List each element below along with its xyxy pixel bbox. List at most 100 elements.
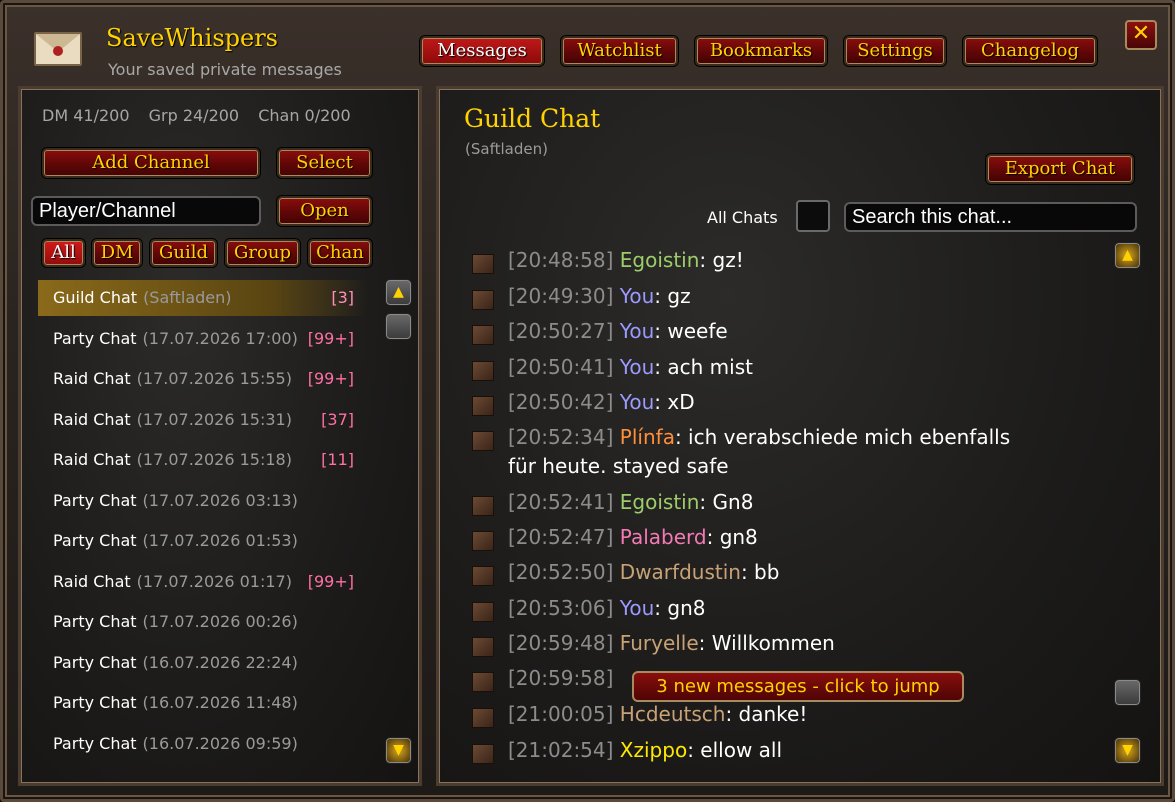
book-icon[interactable] bbox=[472, 708, 494, 728]
message-text: : danke! bbox=[725, 702, 808, 726]
book-icon[interactable] bbox=[472, 531, 494, 551]
chat-message: [20:53:06] You: gn8 bbox=[470, 594, 1110, 624]
message-timestamp: [21:00:05] bbox=[508, 702, 614, 726]
arrow-up-icon[interactable]: ▲ bbox=[1114, 242, 1141, 269]
filter-all[interactable]: All bbox=[42, 239, 85, 267]
chat-subtitle: (Saftladen) bbox=[465, 140, 548, 158]
message-sender[interactable]: You bbox=[620, 390, 654, 414]
chat-date: (17.07.2026 01:17) bbox=[136, 572, 292, 591]
book-icon[interactable] bbox=[472, 254, 494, 274]
chat-date: (17.07.2026 00:26) bbox=[142, 612, 298, 631]
message-sender[interactable]: Plínfa bbox=[620, 425, 675, 449]
search-input[interactable] bbox=[844, 202, 1137, 232]
tab-messages[interactable]: Messages bbox=[420, 36, 544, 66]
select-button[interactable]: Select bbox=[277, 148, 372, 178]
chat-date: (16.07.2026 09:59) bbox=[142, 734, 298, 753]
filter-group[interactable]: Group bbox=[225, 239, 300, 267]
chat-name: Party Chat bbox=[53, 693, 137, 712]
player-channel-input[interactable] bbox=[31, 196, 261, 226]
book-icon[interactable] bbox=[472, 602, 494, 622]
message-sender[interactable]: Furyelle bbox=[620, 631, 699, 655]
chat-message: [20:49:30] You: gz bbox=[470, 282, 1110, 312]
chat-list-item[interactable]: Party Chat (16.07.2026 09:59) bbox=[38, 726, 368, 762]
chat-list-item[interactable]: Party Chat (17.07.2026 01:53) bbox=[38, 523, 368, 559]
message-sender[interactable]: Xzippo bbox=[620, 738, 687, 762]
chat-name: Guild Chat bbox=[53, 288, 138, 307]
tab-settings[interactable]: Settings bbox=[844, 36, 946, 66]
message-timestamp: [20:48:58] bbox=[508, 248, 614, 272]
message-text: : Willkommen bbox=[698, 631, 835, 655]
book-icon[interactable] bbox=[472, 566, 494, 586]
chat-name: Party Chat bbox=[53, 734, 137, 753]
chat-name: Party Chat bbox=[53, 491, 137, 510]
chat-date: (16.07.2026 22:24) bbox=[142, 653, 298, 672]
chat-date: (17.07.2026 15:55) bbox=[136, 369, 292, 388]
arrow-up-icon[interactable]: ▲ bbox=[385, 279, 412, 306]
chat-list-item[interactable]: Party Chat (17.07.2026 00:26) bbox=[38, 604, 368, 640]
message-text: : gz bbox=[654, 284, 691, 308]
book-icon[interactable] bbox=[472, 744, 494, 764]
message-timestamp: [21:02:54] bbox=[508, 738, 614, 762]
scroll-thumb-icon[interactable] bbox=[385, 313, 412, 340]
unread-count: [37] bbox=[321, 410, 354, 429]
chat-list-item[interactable]: Party Chat (16.07.2026 22:24) bbox=[38, 645, 368, 681]
book-icon[interactable] bbox=[472, 325, 494, 345]
tab-watchlist[interactable]: Watchlist bbox=[561, 36, 678, 66]
message-sender[interactable]: Palaberd bbox=[620, 525, 707, 549]
message-timestamp: [20:53:06] bbox=[508, 596, 614, 620]
book-icon[interactable] bbox=[472, 672, 494, 692]
storage-counts: DM 41/200 Grp 24/200 Chan 0/200 bbox=[42, 106, 365, 125]
chat-list-item[interactable]: Guild Chat (Saftladen) [3] bbox=[38, 280, 368, 316]
chat-list-item[interactable]: Party Chat (17.07.2026 17:00) [99+] bbox=[38, 321, 368, 357]
filter-dm[interactable]: DM bbox=[92, 239, 142, 267]
chat-list-item[interactable]: Raid Chat (17.07.2026 01:17) [99+] bbox=[38, 564, 368, 600]
jump-to-new-button[interactable]: 3 new messages - click to jump bbox=[632, 671, 964, 702]
message-sender[interactable]: You bbox=[620, 319, 654, 343]
message-sender[interactable]: You bbox=[620, 284, 654, 308]
chat-message: [20:52:47] Palaberd: gn8 bbox=[470, 523, 1110, 553]
chat-name: Party Chat bbox=[53, 531, 137, 550]
chat-date: (17.07.2026 15:31) bbox=[136, 410, 292, 429]
book-icon[interactable] bbox=[472, 496, 494, 516]
filter-chan[interactable]: Chan bbox=[308, 239, 372, 267]
message-timestamp: [20:52:41] bbox=[508, 490, 614, 514]
book-icon[interactable] bbox=[472, 637, 494, 657]
message-sender[interactable]: Hcdeutsch bbox=[620, 702, 726, 726]
chat-list-item[interactable]: Raid Chat (17.07.2026 15:18) [11] bbox=[38, 442, 368, 478]
book-icon[interactable] bbox=[472, 361, 494, 381]
all-chats-checkbox[interactable] bbox=[796, 200, 830, 232]
chat-date: (17.07.2026 01:53) bbox=[142, 531, 298, 550]
chat-name: Raid Chat bbox=[53, 410, 131, 429]
chat-list-item[interactable]: Raid Chat (17.07.2026 15:31) [37] bbox=[38, 402, 368, 438]
all-chats-label: All Chats bbox=[707, 208, 778, 227]
message-timestamp: [20:49:30] bbox=[508, 284, 614, 308]
chat-list-item[interactable]: Party Chat (17.07.2026 03:13) bbox=[38, 483, 368, 519]
add-channel-button[interactable]: Add Channel bbox=[42, 148, 260, 178]
chat-list-item[interactable]: Party Chat (16.07.2026 11:48) bbox=[38, 685, 368, 721]
book-icon[interactable] bbox=[472, 396, 494, 416]
dm-count: DM 41/200 bbox=[42, 106, 130, 125]
message-sender[interactable]: Dwarfdustin bbox=[620, 560, 741, 584]
chat-list-item[interactable]: Raid Chat (17.07.2026 15:55) [99+] bbox=[38, 361, 368, 397]
chat-name: Raid Chat bbox=[53, 572, 131, 591]
chat-message: [20:52:50] Dwarfdustin: bb bbox=[470, 558, 1110, 588]
open-button[interactable]: Open bbox=[277, 196, 372, 226]
arrow-down-icon[interactable]: ▼ bbox=[1114, 737, 1141, 764]
book-icon[interactable] bbox=[472, 431, 494, 451]
message-sender[interactable]: Egoistin bbox=[620, 490, 700, 514]
message-timestamp: [20:50:41] bbox=[508, 355, 614, 379]
tab-bookmarks[interactable]: Bookmarks bbox=[695, 36, 827, 66]
export-chat-button[interactable]: Export Chat bbox=[986, 154, 1134, 184]
tab-changelog[interactable]: Changelog bbox=[963, 36, 1097, 66]
chat-message: [20:48:58] Egoistin: gz! bbox=[470, 246, 1110, 276]
message-timestamp: [20:50:42] bbox=[508, 390, 614, 414]
message-sender[interactable]: You bbox=[620, 355, 654, 379]
scroll-thumb-icon[interactable] bbox=[1114, 679, 1141, 706]
filter-guild[interactable]: Guild bbox=[150, 239, 217, 267]
book-icon[interactable] bbox=[472, 290, 494, 310]
chat-name: Party Chat bbox=[53, 612, 137, 631]
arrow-down-icon[interactable]: ▼ bbox=[385, 737, 412, 764]
close-icon[interactable]: ✕ bbox=[1125, 20, 1157, 50]
message-sender[interactable]: Egoistin bbox=[620, 248, 700, 272]
message-sender[interactable]: You bbox=[620, 596, 654, 620]
